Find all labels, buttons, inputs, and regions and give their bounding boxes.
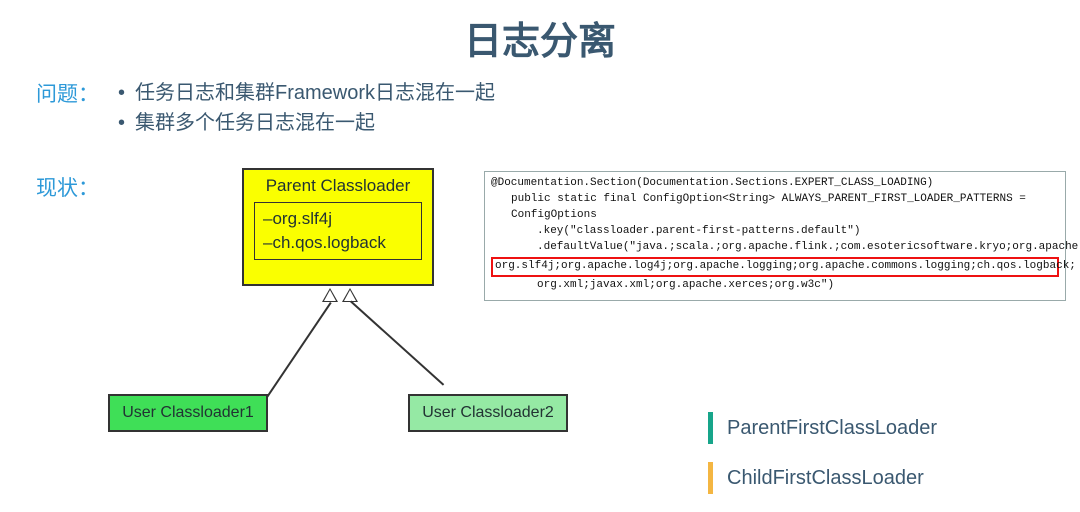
legend: ParentFirstClassLoader ChildFirstClassLo… bbox=[708, 412, 937, 512]
legend-item: ChildFirstClassLoader bbox=[708, 462, 937, 494]
parent-packages: –org.slf4j –ch.qos.logback bbox=[254, 202, 422, 260]
bullet-item: 任务日志和集群Framework日志混在一起 bbox=[118, 78, 495, 108]
package-line: –org.slf4j bbox=[263, 207, 413, 231]
uml-inherit-arrowhead bbox=[322, 288, 338, 302]
page-title: 日志分离 bbox=[0, 0, 1080, 65]
code-line: .key("classloader.parent-first-patterns.… bbox=[491, 224, 1059, 240]
label-problem: 问题： bbox=[36, 78, 99, 108]
user-classloader2-box: User Classloader2 bbox=[408, 394, 568, 432]
user-classloader1-box: User Classloader1 bbox=[108, 394, 268, 432]
code-line: .defaultValue("java.;scala.;org.apache.f… bbox=[491, 240, 1059, 256]
code-line: org.xml;javax.xml;org.apache.xerces;org.… bbox=[491, 278, 1059, 294]
code-line: public static final ConfigOption<String>… bbox=[491, 192, 1059, 224]
legend-color-bar bbox=[708, 462, 713, 494]
bullet-item: 集群多个任务日志混在一起 bbox=[118, 108, 495, 138]
legend-label: ChildFirstClassLoader bbox=[727, 467, 924, 490]
code-line: @Documentation.Section(Documentation.Sec… bbox=[491, 176, 1059, 192]
connector-line bbox=[350, 301, 444, 386]
problem-bullets: 任务日志和集群Framework日志混在一起 集群多个任务日志混在一起 bbox=[118, 78, 495, 138]
legend-item: ParentFirstClassLoader bbox=[708, 412, 937, 444]
parent-title: Parent Classloader bbox=[254, 176, 422, 196]
legend-label: ParentFirstClassLoader bbox=[727, 417, 937, 440]
legend-color-bar bbox=[708, 412, 713, 444]
code-line-highlighted: org.slf4j;org.apache.log4j;org.apache.lo… bbox=[491, 257, 1059, 277]
parent-classloader-box: Parent Classloader –org.slf4j –ch.qos.lo… bbox=[242, 168, 434, 286]
connector-line bbox=[263, 302, 332, 403]
code-snippet-panel: @Documentation.Section(Documentation.Sec… bbox=[484, 171, 1066, 301]
package-line: –ch.qos.logback bbox=[263, 231, 413, 255]
